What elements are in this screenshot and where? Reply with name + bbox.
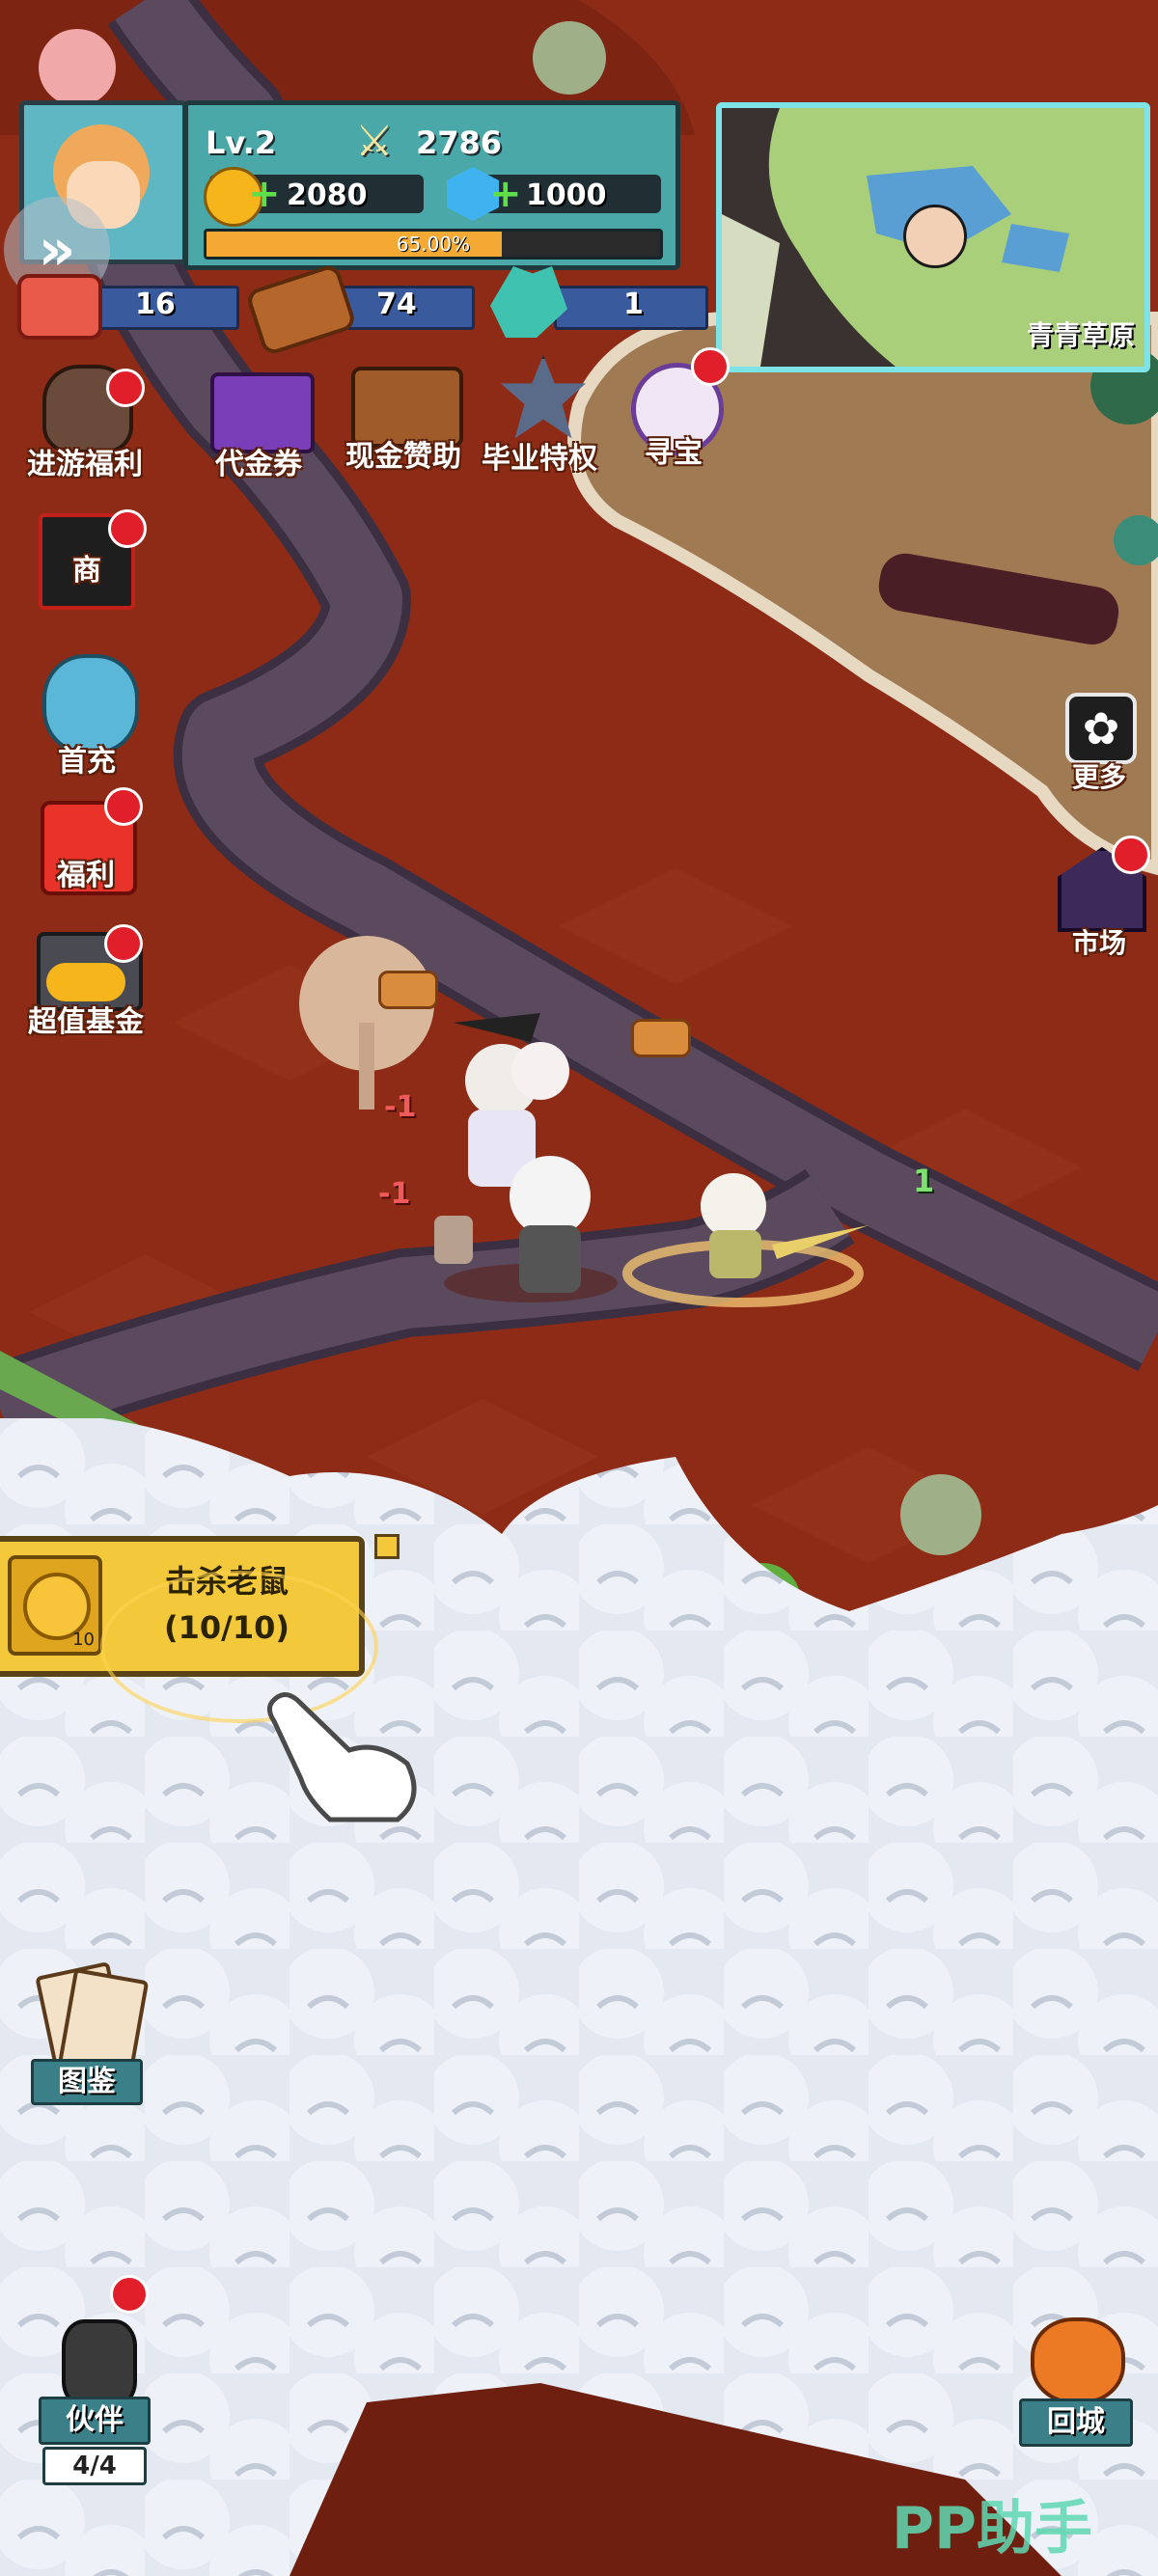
notification-dot xyxy=(110,2275,149,2314)
minimap[interactable]: 青青草原 xyxy=(716,102,1150,372)
add-gem-icon[interactable]: + xyxy=(489,175,522,213)
heal-number: 1 xyxy=(913,1163,935,1199)
player-stats-panel: Lv.2 ⚔ 2786 + 2080 + 1000 65.00% xyxy=(183,100,680,270)
gold-amount: 2080 xyxy=(287,178,368,212)
graduation-badge-icon[interactable]: 毕业特权 xyxy=(467,351,612,482)
menu-label: 福利 xyxy=(57,859,115,892)
treasure-chest-icon[interactable]: 现金赞助 xyxy=(332,355,475,482)
damage-number: -1 xyxy=(384,1090,417,1124)
tutorial-hand-pointer-icon xyxy=(262,1683,427,1827)
first-recharge-hero-icon[interactable]: 首充 xyxy=(19,648,154,783)
notification-dot xyxy=(106,369,145,407)
partner-ninja-icon xyxy=(62,2319,137,2408)
watermark: PP助手 xyxy=(892,2495,1092,2562)
quest-reward-coin-icon: 10 xyxy=(8,1555,102,1656)
menu-label: 超值基金 xyxy=(28,1005,144,1039)
combat-power: 2786 xyxy=(416,124,503,161)
wood-amount: 74 xyxy=(376,288,417,321)
player-level: Lv.2 xyxy=(206,124,277,161)
notification-dot xyxy=(104,787,143,826)
return-town-button[interactable]: 回城 xyxy=(1017,2312,1133,2447)
crossed-swords-icon: ⚔ xyxy=(355,117,394,166)
stone-resource-icon xyxy=(17,274,102,340)
codex-label: 图鉴 xyxy=(31,2059,143,2105)
exp-percent: 65.00% xyxy=(396,233,471,256)
return-label: 回城 xyxy=(1019,2398,1133,2447)
player-marker-icon xyxy=(903,205,967,268)
quest-indicator xyxy=(374,1534,400,1559)
notification-dot xyxy=(1112,836,1150,874)
exp-bar: 65.00% xyxy=(204,229,663,260)
area-name: 青青草原 xyxy=(1026,319,1135,351)
menu-label: 首充 xyxy=(58,745,116,779)
menu-label: 更多 xyxy=(1071,761,1126,793)
menu-label: 进游福利 xyxy=(27,448,143,481)
menu-label: 毕业特权 xyxy=(482,442,597,476)
add-gold-icon[interactable]: + xyxy=(248,175,281,213)
pumpkin-house-icon xyxy=(1031,2317,1125,2404)
stone-amount: 16 xyxy=(135,288,176,321)
crystal-amount: 1 xyxy=(623,288,644,321)
wood-drop-icon[interactable] xyxy=(378,971,438,1009)
menu-label: 代金券 xyxy=(215,448,302,481)
menu-label: 商 xyxy=(72,554,101,588)
gem-amount: 1000 xyxy=(526,178,607,212)
damage-number: -1 xyxy=(378,1177,411,1211)
more-gear-icon[interactable]: ✿ 更多 xyxy=(1054,689,1144,797)
menu-label: 市场 xyxy=(1071,927,1126,959)
menu-label: 现金赞助 xyxy=(345,440,461,474)
codex-cards-icon[interactable]: 图鉴 xyxy=(27,1961,150,2107)
partner-label: 伙伴 xyxy=(39,2397,151,2445)
voucher-gems-icon[interactable]: 代金券 xyxy=(197,363,320,482)
menu-label: 寻宝 xyxy=(645,436,703,470)
notification-dot xyxy=(691,347,730,386)
partner-count: 4/4 xyxy=(42,2447,147,2485)
enemy-rat[interactable] xyxy=(608,1148,878,1322)
notification-dot xyxy=(104,924,143,963)
reward-count: 10 xyxy=(72,1630,95,1650)
notification-dot xyxy=(108,509,147,548)
partner-button[interactable]: 伙伴 4/4 xyxy=(35,2310,160,2485)
wood-drop-icon[interactable] xyxy=(631,1019,691,1057)
